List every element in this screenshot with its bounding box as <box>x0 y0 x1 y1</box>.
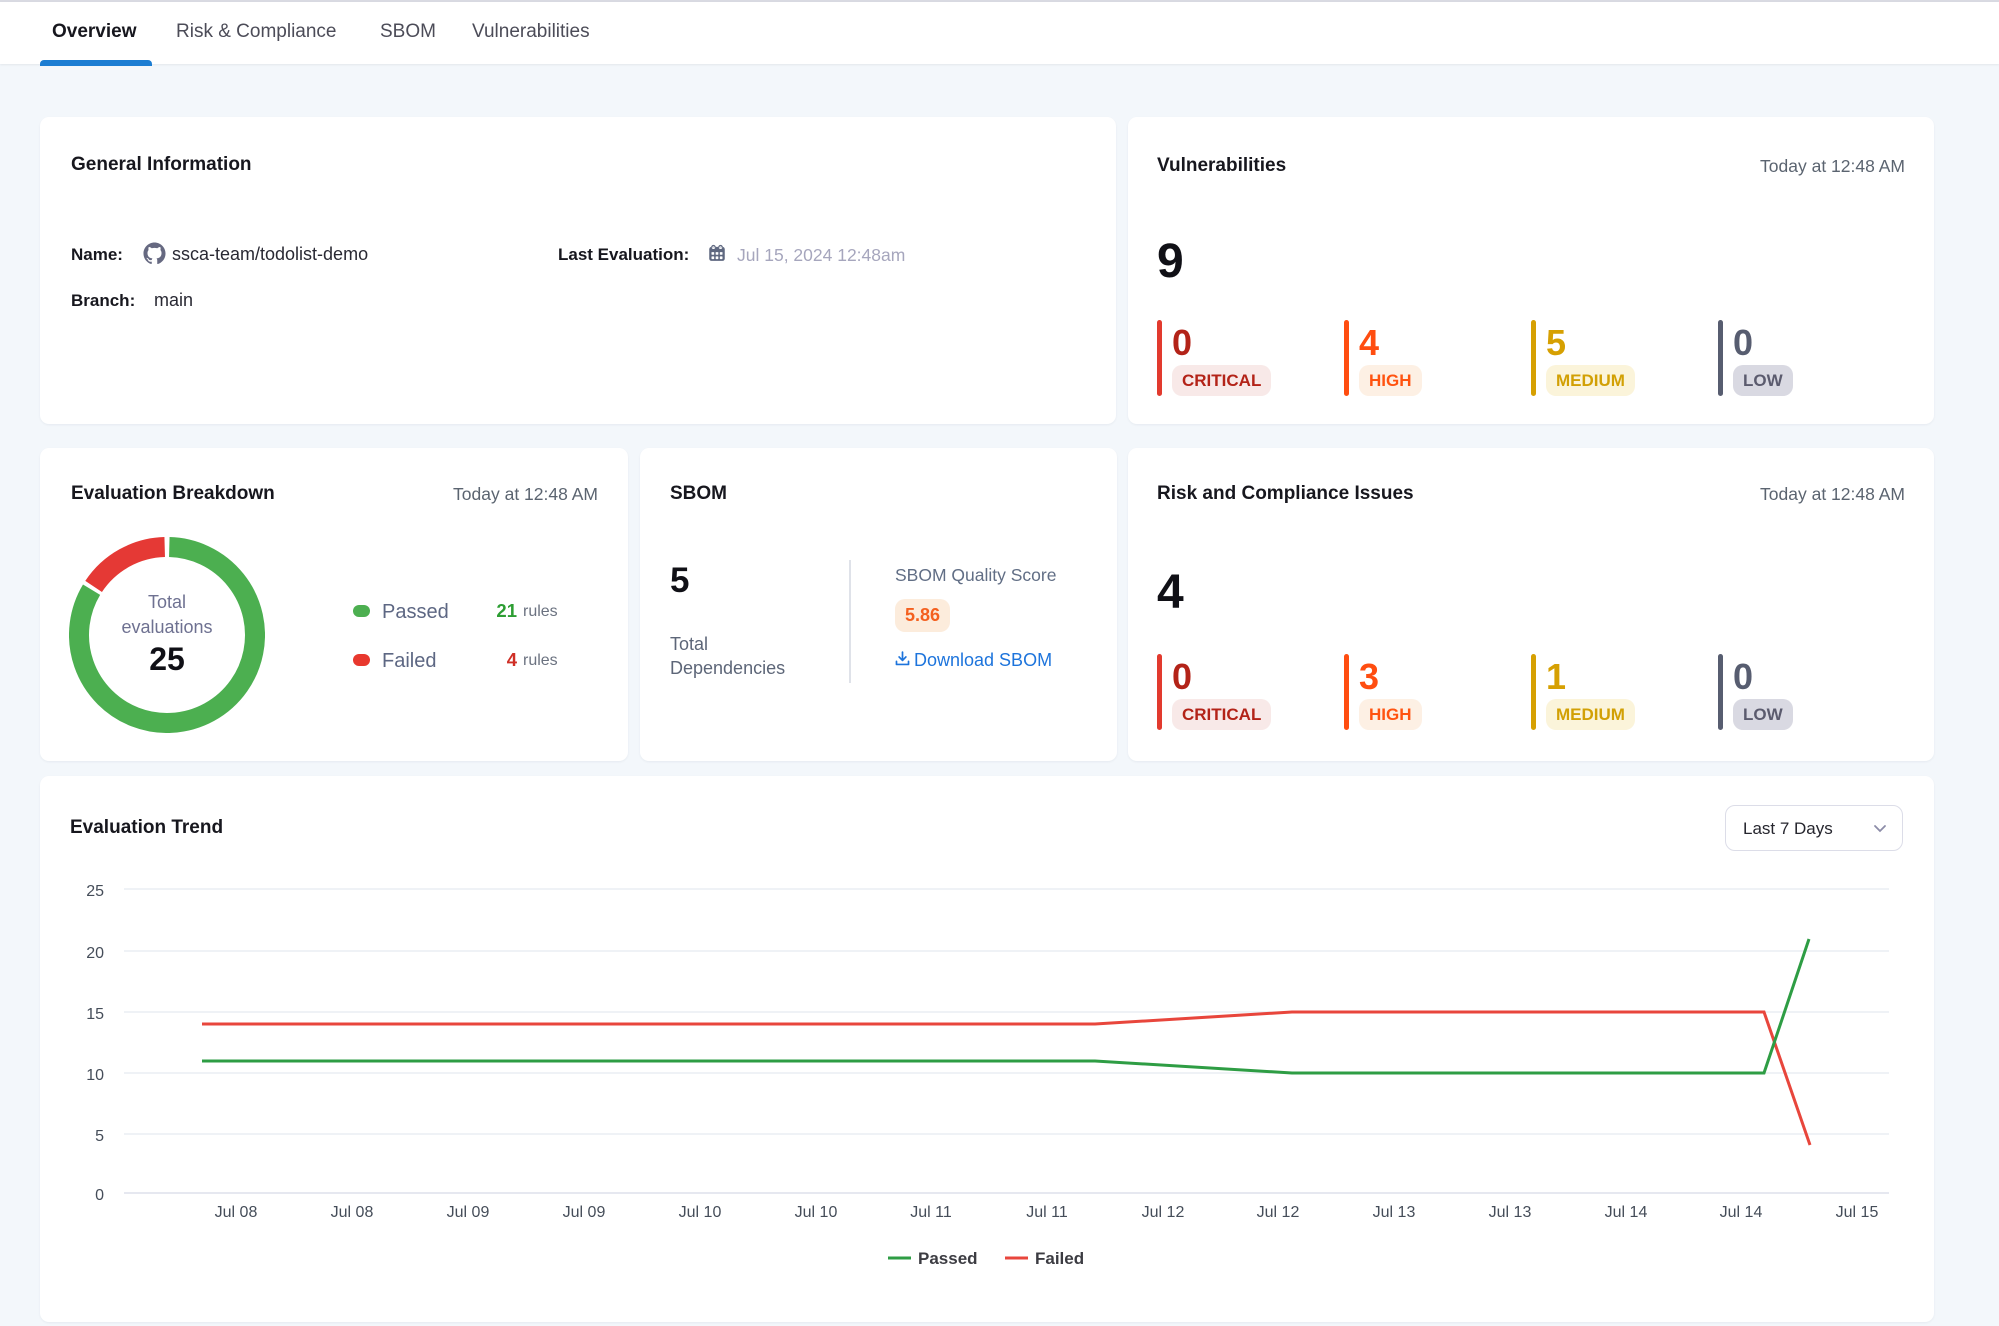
svg-text:Jul 13: Jul 13 <box>1489 1204 1532 1221</box>
svg-text:5: 5 <box>95 1128 104 1145</box>
svg-text:Jul 12: Jul 12 <box>1257 1204 1300 1221</box>
svg-text:25: 25 <box>86 883 104 900</box>
svg-text:Jul 15: Jul 15 <box>1836 1204 1879 1221</box>
svg-text:Jul 14: Jul 14 <box>1605 1204 1648 1221</box>
svg-text:Jul 12: Jul 12 <box>1142 1204 1185 1221</box>
svg-text:Jul 13: Jul 13 <box>1373 1204 1416 1221</box>
svg-text:10: 10 <box>86 1067 104 1084</box>
svg-text:Passed: Passed <box>918 1249 978 1268</box>
svg-text:15: 15 <box>86 1006 104 1023</box>
svg-text:0: 0 <box>95 1187 104 1204</box>
svg-text:20: 20 <box>86 945 104 962</box>
svg-text:Failed: Failed <box>1035 1249 1084 1268</box>
svg-text:Jul 09: Jul 09 <box>563 1204 606 1221</box>
svg-text:Jul 11: Jul 11 <box>1026 1204 1068 1221</box>
svg-text:Jul 08: Jul 08 <box>331 1204 374 1221</box>
svg-text:Jul 10: Jul 10 <box>679 1204 722 1221</box>
svg-text:Jul 10: Jul 10 <box>795 1204 838 1221</box>
svg-text:Jul 09: Jul 09 <box>447 1204 490 1221</box>
svg-text:Jul 11: Jul 11 <box>910 1204 952 1221</box>
svg-text:Jul 14: Jul 14 <box>1720 1204 1763 1221</box>
svg-text:Jul 08: Jul 08 <box>215 1204 258 1221</box>
